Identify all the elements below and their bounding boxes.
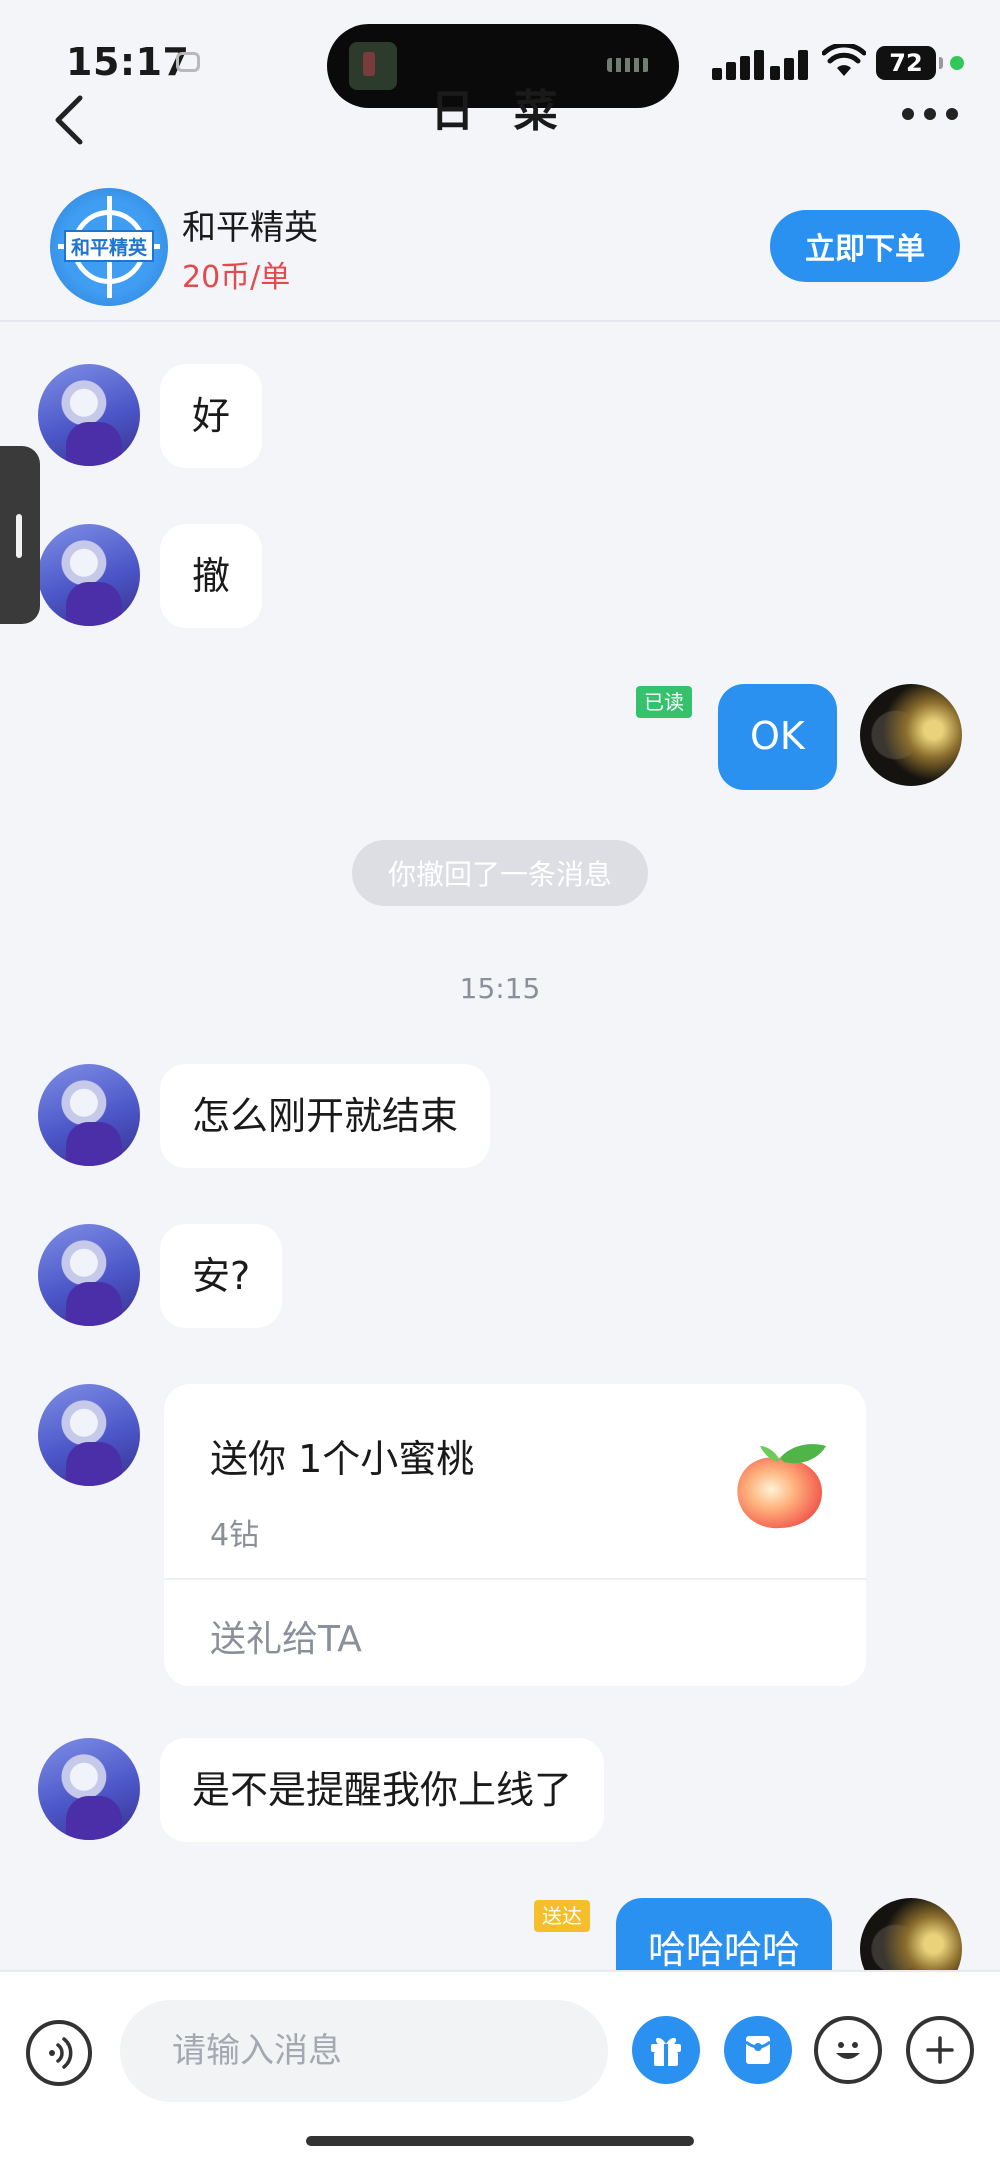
contact-avatar[interactable] xyxy=(38,1738,140,1840)
floating-side-handle[interactable] xyxy=(0,446,40,624)
contact-avatar[interactable] xyxy=(38,1384,140,1486)
contact-avatar[interactable] xyxy=(38,1064,140,1166)
plus-icon[interactable] xyxy=(906,2016,974,2084)
contact-avatar[interactable] xyxy=(38,364,140,466)
game-name: 和平精英 xyxy=(182,208,318,248)
wifi-icon xyxy=(822,44,866,76)
battery-indicator: 72 xyxy=(876,46,943,80)
home-indicator[interactable] xyxy=(306,2136,694,2146)
live-activity-thumbnail xyxy=(349,42,397,90)
message-bubble-incoming[interactable]: 是不是提醒我你上线了 xyxy=(160,1738,605,1842)
message-input[interactable] xyxy=(120,2000,608,2102)
recall-notice: 你撤回了一条消息 xyxy=(352,840,648,906)
message-bubble-incoming[interactable]: 怎么刚开就结束 xyxy=(160,1064,491,1168)
peach-icon xyxy=(737,1444,826,1529)
order-now-button[interactable]: 立即下单 xyxy=(770,210,960,282)
send-gift-link[interactable]: 送礼给TA xyxy=(210,1610,362,1662)
message-bubble-outgoing[interactable]: 哈哈哈哈 xyxy=(616,1898,833,1970)
gift-divider xyxy=(164,1578,866,1580)
my-avatar[interactable] xyxy=(860,1898,962,1970)
message-bubble-incoming[interactable]: 安? xyxy=(160,1224,283,1328)
message-bubble-outgoing[interactable]: OK xyxy=(718,684,837,790)
message-timestamp: 15:15 xyxy=(459,972,541,1005)
gift-price: 4钻 xyxy=(210,1518,260,1553)
cellular-signal-icon xyxy=(712,44,808,80)
delivered-status-badge: 送达 xyxy=(534,1900,590,1932)
contact-avatar[interactable] xyxy=(38,1224,140,1326)
chat-message-list[interactable]: 好 撤 已读 OK 你撤回了一条消息 15:15 怎么刚开就结束 安? 送你 1… xyxy=(0,324,1000,1970)
message-bubble-incoming[interactable]: 好 xyxy=(160,364,263,468)
page-title: 日 菜 xyxy=(430,88,570,136)
gift-card[interactable]: 送你 1个小蜜桃 4钻 送礼给TA xyxy=(164,1384,866,1686)
my-avatar[interactable] xyxy=(860,684,962,786)
contact-avatar[interactable] xyxy=(38,524,140,626)
emoji-icon[interactable] xyxy=(814,2016,882,2084)
game-price: 20币/单 xyxy=(182,260,291,295)
gift-title: 送你 1个小蜜桃 xyxy=(210,1437,475,1481)
read-status-badge: 已读 xyxy=(636,686,692,718)
status-time: 15:17 xyxy=(66,40,190,84)
voice-icon[interactable] xyxy=(26,2020,92,2086)
game-order-card: 和平精英 和平精英 20币/单 立即下单 xyxy=(0,170,1000,322)
message-bubble-incoming[interactable]: 撤 xyxy=(160,524,263,628)
game-logo[interactable]: 和平精英 xyxy=(50,188,168,306)
mic-in-use-indicator xyxy=(950,56,964,70)
red-packet-icon[interactable] xyxy=(724,2016,792,2084)
screen-record-icon xyxy=(176,52,200,72)
gift-icon[interactable] xyxy=(632,2016,700,2084)
more-horizontal-icon[interactable] xyxy=(902,108,958,122)
audio-level-icon xyxy=(607,58,649,72)
game-logo-text: 和平精英 xyxy=(64,230,154,262)
